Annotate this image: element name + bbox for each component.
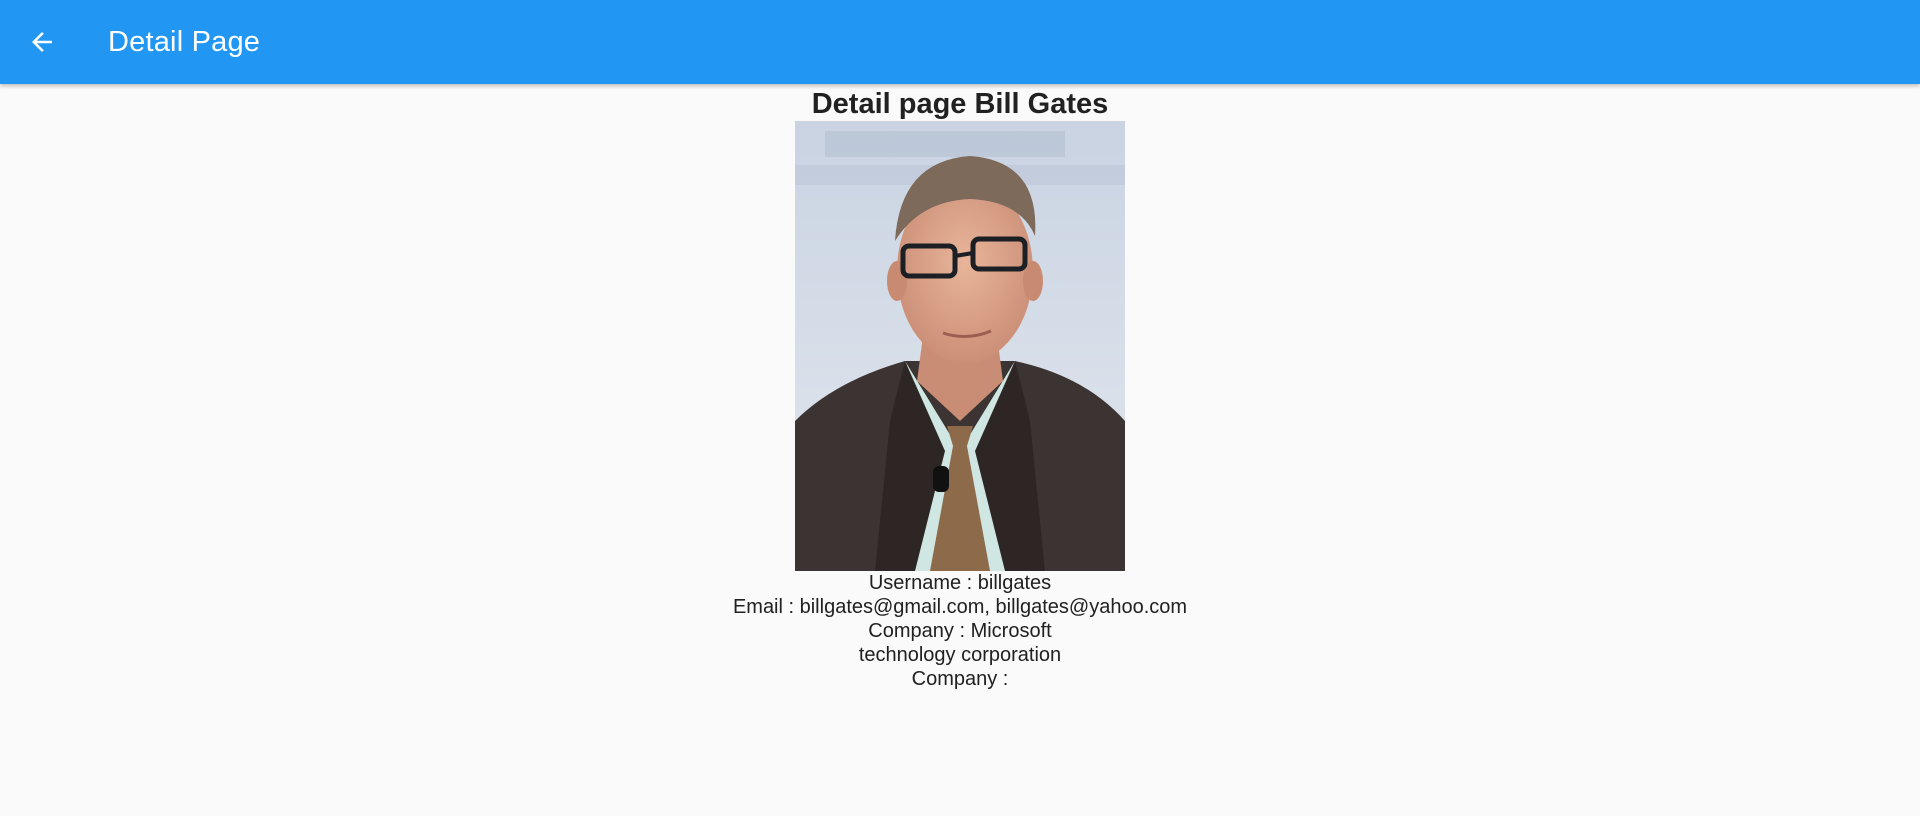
detail-content: Detail page Bill Gates Username: billga…	[0, 84, 1920, 691]
arrow-back-icon	[32, 32, 52, 52]
profile-photo	[795, 121, 1125, 571]
app-bar-title: Detail Page	[108, 25, 261, 58]
email-text: Email : billgates@gmail.com, billgates@y…	[732, 596, 1188, 618]
company-text-empty: Company :	[911, 668, 1009, 690]
company-text: Company : Microsoft	[868, 620, 1052, 642]
company-text-continued: technology corporation	[858, 644, 1062, 666]
page-heading: Detail page Bill Gates	[811, 88, 1109, 120]
app-bar: Detail Page	[0, 0, 1920, 84]
username-text: Username : billgates	[868, 572, 1052, 594]
back-button[interactable]	[0, 0, 84, 84]
